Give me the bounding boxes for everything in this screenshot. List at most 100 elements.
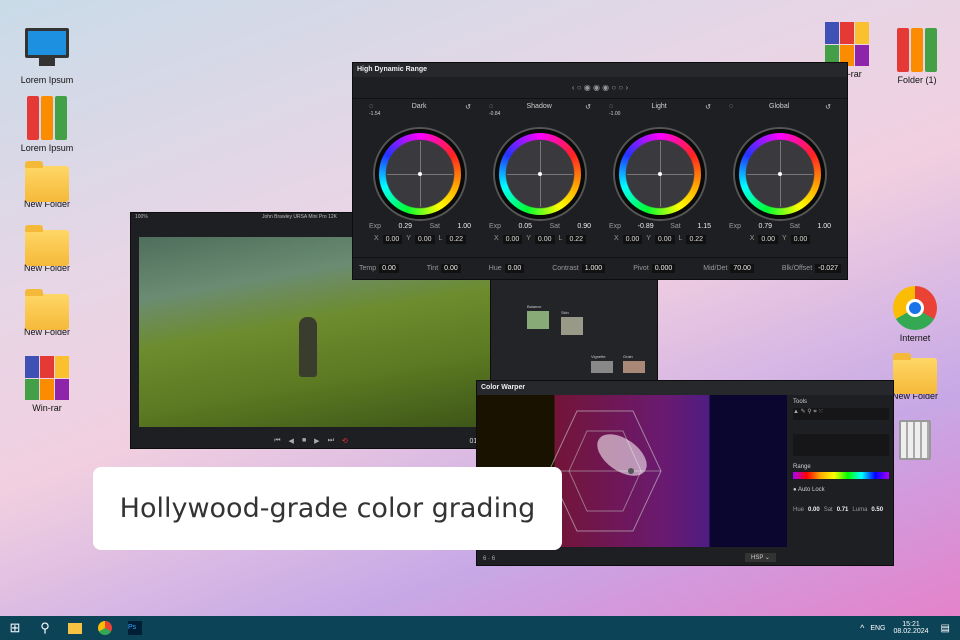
node[interactable]: Vignette bbox=[591, 354, 613, 373]
hdr-title: High Dynamic Range bbox=[353, 63, 847, 77]
wheel-handle[interactable] bbox=[538, 172, 542, 176]
tools-label: Tools bbox=[793, 399, 808, 405]
desktop-icon-binders[interactable]: Lorem Ipsum bbox=[12, 96, 82, 153]
start-button[interactable]: ⊞ bbox=[0, 616, 30, 640]
param-pivot[interactable]: Pivot 0.000 bbox=[633, 264, 676, 273]
param-mid-det[interactable]: Mid/Det 70.00 bbox=[703, 264, 754, 273]
sat-value[interactable]: 1.00 bbox=[817, 223, 831, 230]
play-icon[interactable]: ▶ bbox=[314, 437, 319, 445]
clock[interactable]: 15:21 08.02.2024 bbox=[894, 621, 929, 635]
folder-icon bbox=[25, 161, 69, 202]
y-value[interactable]: 0.00 bbox=[414, 235, 435, 244]
param-blk-offset[interactable]: Blk/Offset -0.027 bbox=[782, 264, 841, 273]
tools-row[interactable]: ▲ ✎ ⚲ ⌗ ⁙ bbox=[793, 408, 889, 420]
zone-knob[interactable]: ◌ bbox=[489, 103, 493, 111]
taskbar: ⊞ ⚲ Ps ^ ENG 15:21 08.02.2024 ▤ bbox=[0, 616, 960, 640]
node[interactable]: Skin bbox=[561, 310, 583, 335]
wheel-handle[interactable] bbox=[778, 172, 782, 176]
language-indicator[interactable]: ENG bbox=[870, 625, 885, 632]
zone-value: -1.54 bbox=[369, 111, 381, 117]
binders-icon bbox=[895, 28, 939, 72]
color-wheel-global: ◌ Global ↺ Exp 0.79 Sat 1.00 X 0.00 Y 0.00 bbox=[721, 103, 839, 244]
desktop-icon-folder[interactable]: New Folder bbox=[12, 224, 82, 273]
exp-value[interactable]: 0.05 bbox=[518, 223, 532, 230]
node[interactable]: Balance bbox=[527, 304, 549, 329]
sat-value[interactable]: 1.00 bbox=[457, 223, 471, 230]
file-explorer-icon[interactable] bbox=[60, 616, 90, 640]
caption-text: Hollywood-grade color grading bbox=[119, 493, 536, 524]
param-contrast[interactable]: Contrast 1.000 bbox=[552, 264, 606, 273]
viewer-zoom[interactable]: 100% bbox=[135, 214, 148, 222]
l-value[interactable]: 0.22 bbox=[686, 235, 707, 244]
search-icon[interactable]: ⚲ bbox=[30, 616, 60, 640]
color-wheel-light: ◌ Light ↺ -1.00 Exp -0.89 Sat 1.15 X 0.00 Y 0.00… bbox=[601, 103, 719, 244]
desktop-icon-binders[interactable]: Folder (1) bbox=[882, 28, 952, 85]
range-bar[interactable] bbox=[793, 472, 889, 479]
sat-value[interactable]: 1.15 bbox=[697, 223, 711, 230]
wheel[interactable] bbox=[495, 129, 585, 219]
chrome-icon[interactable] bbox=[90, 616, 120, 640]
zone-knob[interactable]: ◌ bbox=[729, 103, 733, 111]
computer-icon bbox=[25, 28, 69, 72]
stop-icon[interactable]: ■ bbox=[302, 437, 306, 445]
zone-value: -1.00 bbox=[609, 111, 621, 117]
auto-lock-toggle[interactable]: ● bbox=[793, 487, 797, 493]
desktop-icon-internet[interactable]: Internet bbox=[880, 286, 950, 343]
grid-setting-1[interactable]: 6 bbox=[483, 556, 486, 562]
wheel-handle[interactable] bbox=[418, 172, 422, 176]
exp-value[interactable]: -0.89 bbox=[638, 223, 654, 230]
loop-icon[interactable]: ⟲ bbox=[342, 437, 348, 445]
skip-forward-icon[interactable]: ⏭ bbox=[328, 437, 334, 445]
folder-icon bbox=[893, 353, 937, 394]
color-warper-title: Color Warper bbox=[477, 381, 893, 395]
wheel[interactable] bbox=[735, 129, 825, 219]
y-value[interactable]: 0.00 bbox=[654, 235, 675, 244]
wheel[interactable] bbox=[375, 129, 465, 219]
color-wheel-shadow: ◌ Shadow ↺ -0.84 Exp 0.05 Sat 0.90 X 0.00 Y 0.00… bbox=[481, 103, 599, 244]
x-value[interactable]: 0.00 bbox=[622, 235, 643, 244]
y-value[interactable]: 0.00 bbox=[790, 235, 811, 244]
exp-value[interactable]: 0.79 bbox=[758, 223, 772, 230]
desktop-icon-winrar[interactable]: Win-rar bbox=[12, 356, 82, 413]
winrar-icon bbox=[825, 22, 869, 66]
reset-icon[interactable]: ↺ bbox=[705, 103, 711, 111]
param-hue[interactable]: Hue 0.00 bbox=[489, 264, 525, 273]
skip-back-icon[interactable]: ⏮ bbox=[274, 437, 280, 445]
x-value[interactable]: 0.00 bbox=[502, 235, 523, 244]
wheel[interactable] bbox=[615, 129, 705, 219]
x-value[interactable]: 0.00 bbox=[382, 235, 403, 244]
x-value[interactable]: 0.00 bbox=[758, 235, 778, 244]
wheel-page-nav[interactable]: ‹ ○ ◉ ◉ ◉ ○ ○ › bbox=[353, 77, 847, 99]
wheel-name: Shadow bbox=[526, 103, 552, 110]
l-value[interactable]: 0.22 bbox=[566, 235, 587, 244]
param-tint[interactable]: Tint 0.00 bbox=[427, 264, 461, 273]
prev-frame-icon[interactable]: ◀ bbox=[289, 437, 294, 445]
exp-value[interactable]: 0.29 bbox=[398, 223, 412, 230]
desktop-icon-folder[interactable]: New Folder bbox=[12, 288, 82, 337]
reset-icon[interactable]: ↺ bbox=[585, 103, 591, 111]
reset-icon[interactable]: ↺ bbox=[465, 103, 471, 111]
desktop-icon-folder[interactable]: New Folder bbox=[12, 160, 82, 209]
photoshop-icon[interactable]: Ps bbox=[120, 616, 150, 640]
zone-knob[interactable]: ◌ bbox=[369, 103, 373, 111]
viewer-title: John Brawley URSA Mini Pro 12K bbox=[261, 214, 337, 220]
warper-sidebar: Tools ▲ ✎ ⚲ ⌗ ⁙ Range ● Auto Lock Hue 0.0… bbox=[789, 395, 893, 565]
param-temp[interactable]: Temp 0.00 bbox=[359, 264, 399, 273]
reset-icon[interactable]: ↺ bbox=[825, 103, 831, 111]
zone-knob[interactable]: ◌ bbox=[609, 103, 613, 111]
node[interactable]: Grain bbox=[623, 354, 645, 373]
l-value[interactable]: 0.22 bbox=[446, 235, 467, 244]
node-graph: Balance Skin Vignette Grain bbox=[490, 278, 658, 384]
grid-setting-2[interactable]: 6 bbox=[492, 556, 495, 562]
color-mode-select[interactable]: HSP ⌄ bbox=[745, 553, 776, 562]
sat-value[interactable]: 0.90 bbox=[577, 223, 591, 230]
notifications-icon[interactable]: ▤ bbox=[941, 623, 950, 634]
color-wheel-dark: ◌ Dark ↺ -1.54 Exp 0.29 Sat 1.00 X 0.00 Y 0.00 L 0… bbox=[361, 103, 479, 244]
desktop-icon-computer[interactable]: Lorem Ipsum bbox=[12, 28, 82, 85]
zone-value: -0.84 bbox=[489, 111, 501, 117]
wheel-handle[interactable] bbox=[658, 172, 662, 176]
zone-value bbox=[721, 111, 839, 117]
tray-chevron-icon[interactable]: ^ bbox=[860, 623, 864, 633]
caption-card: Hollywood-grade color grading bbox=[93, 467, 562, 550]
y-value[interactable]: 0.00 bbox=[534, 235, 555, 244]
